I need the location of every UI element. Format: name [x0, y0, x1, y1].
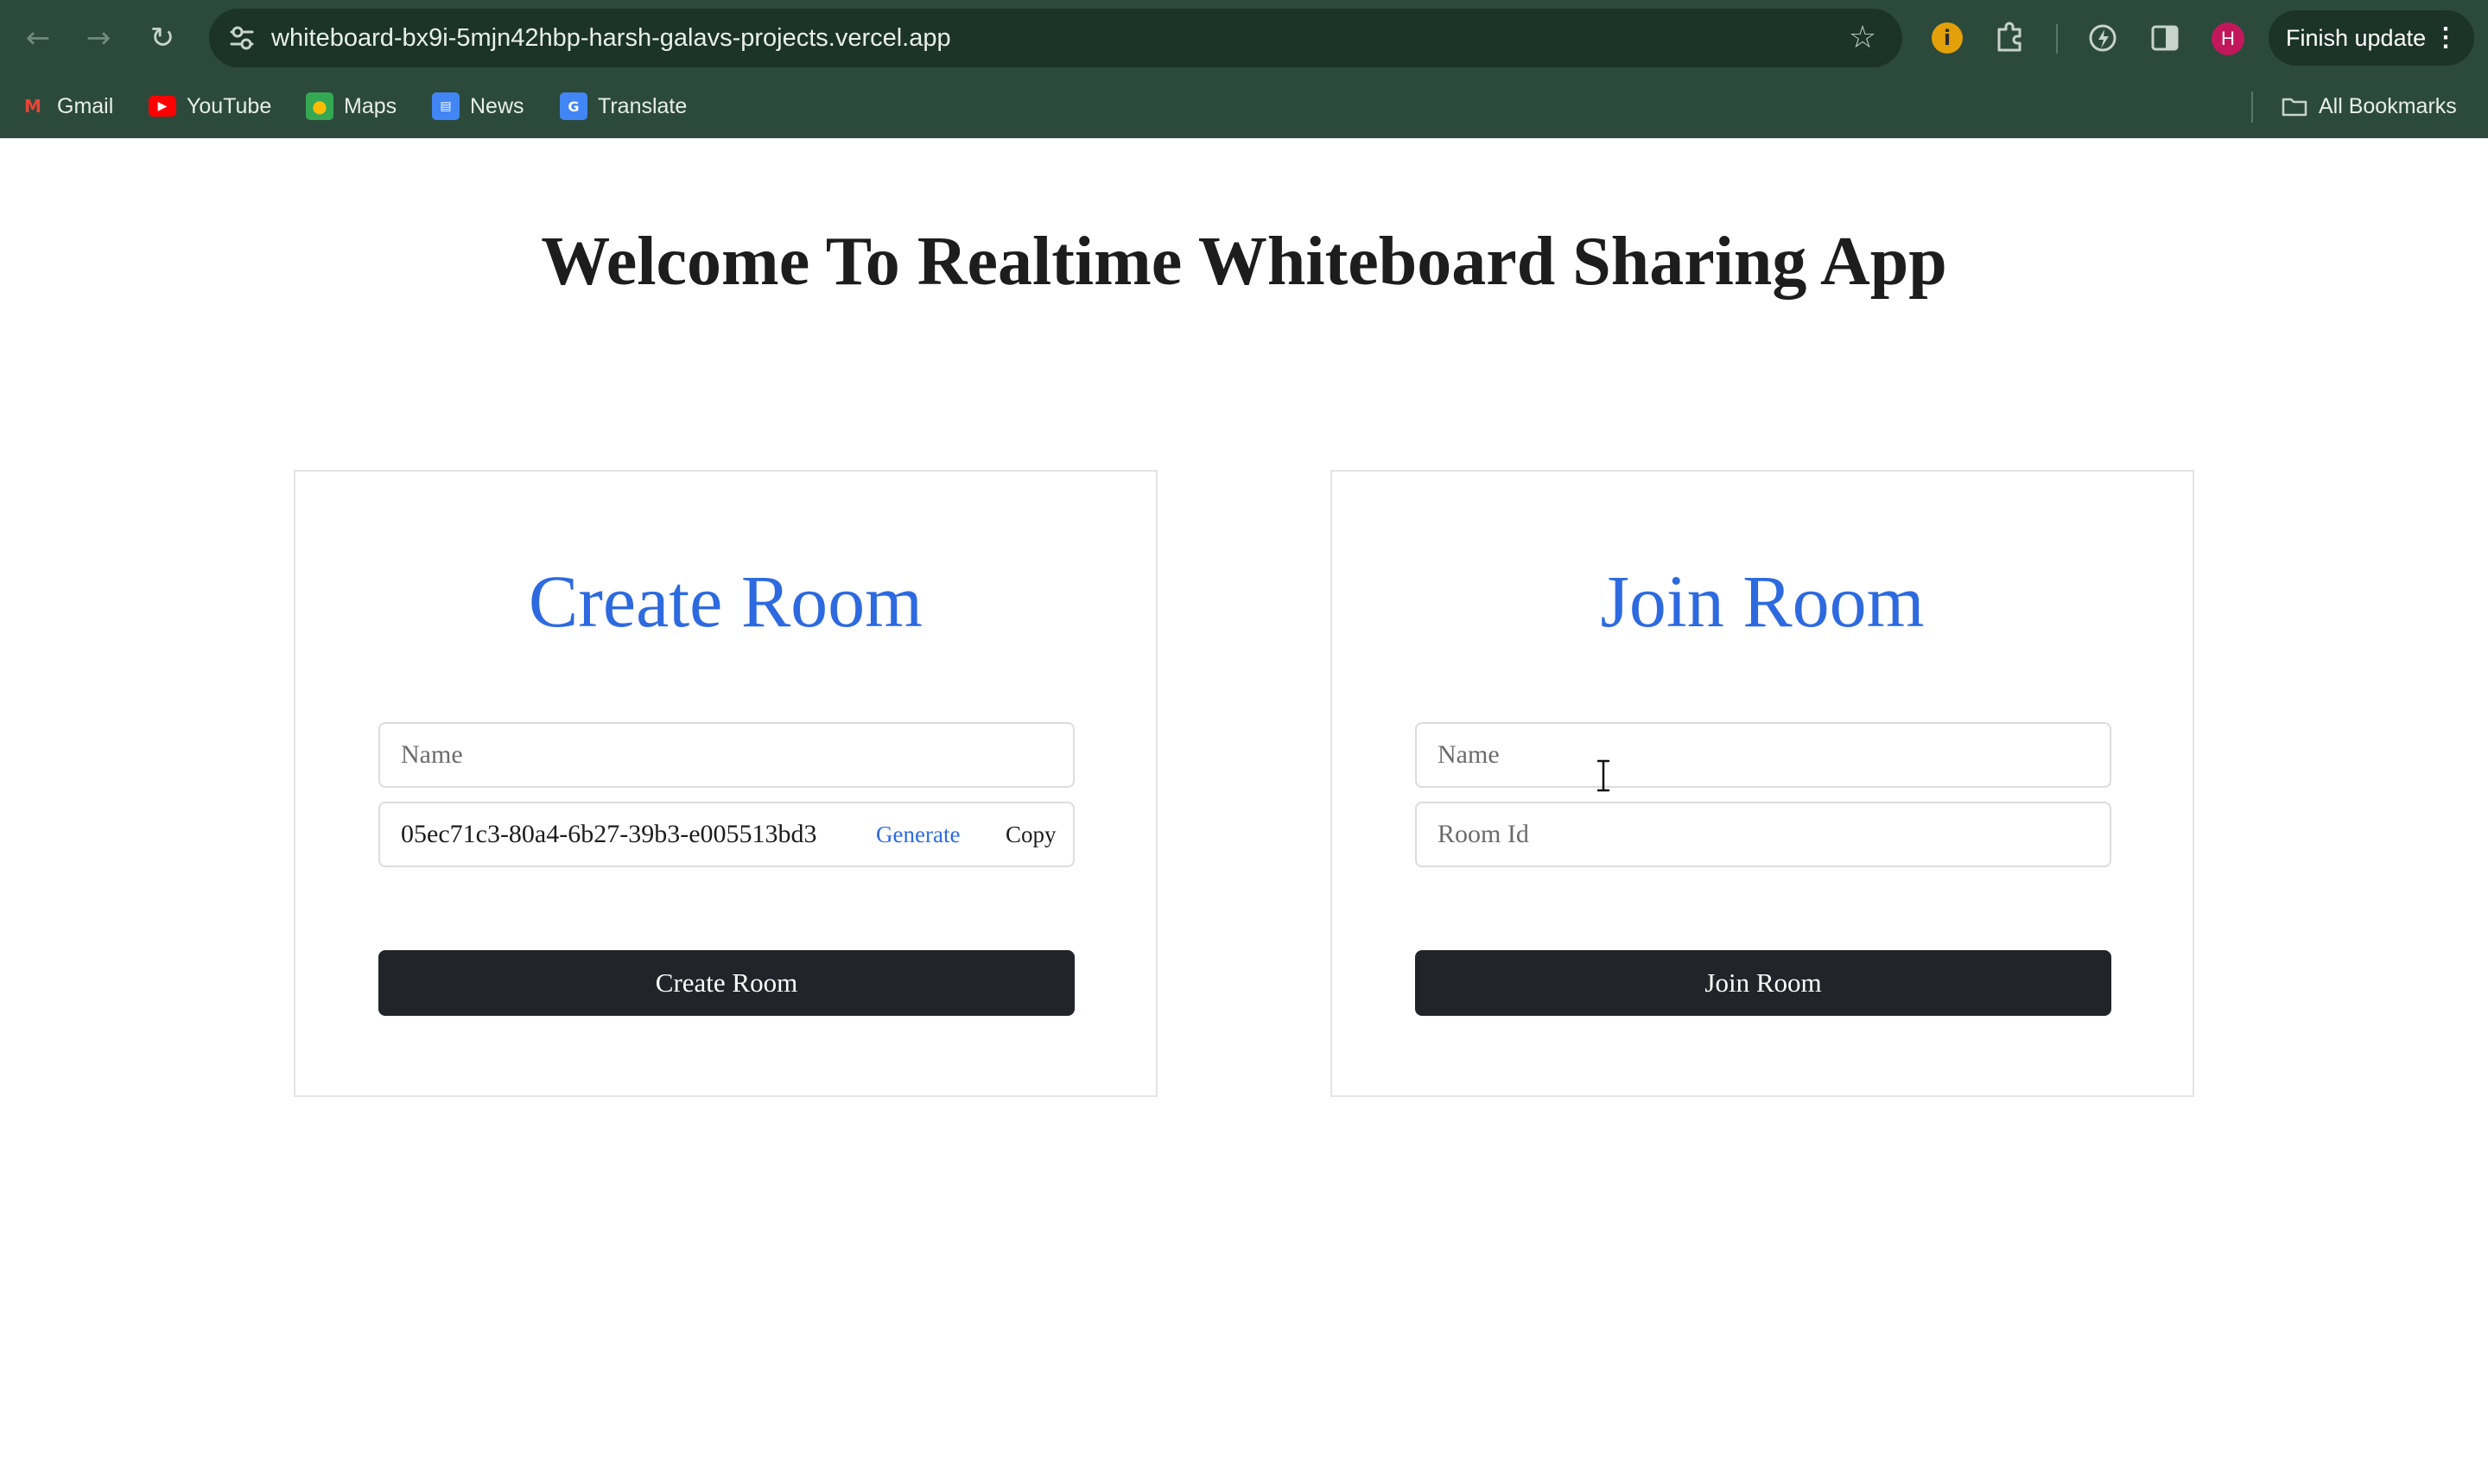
create-room-card: Create Room 05ec71c3-80a4-6b27-39b3-e005…	[294, 470, 1158, 1097]
bookmark-translate[interactable]: G Translate	[560, 79, 687, 133]
toolbar-divider	[2056, 24, 2058, 54]
profile-avatar[interactable]: H	[2212, 22, 2244, 55]
bookmark-label: Gmail	[57, 93, 114, 118]
gmail-icon: M	[24, 96, 41, 117]
create-room-button[interactable]: Create Room	[378, 950, 1075, 1016]
bookmark-label: News	[470, 93, 524, 118]
bookmark-star-icon[interactable]: ☆	[1844, 19, 1882, 57]
copy-button[interactable]: Copy	[1006, 803, 1057, 866]
room-id-input[interactable]	[1415, 802, 2111, 867]
bookmark-label: Maps	[344, 93, 397, 118]
finish-update-button[interactable]: Finish update ⋮	[2269, 10, 2474, 66]
more-menu-icon[interactable]: ⋮	[2433, 10, 2459, 66]
reload-icon[interactable]: ↻	[136, 12, 188, 64]
page-title: Welcome To Realtime Whiteboard Sharing A…	[541, 224, 1947, 300]
bookmarks-bar: M Gmail ▶ YouTube ● Maps ▤ News G Transl…	[0, 79, 2488, 133]
translate-icon: G	[560, 92, 587, 120]
news-icon: ▤	[432, 92, 460, 120]
address-bar[interactable]: whiteboard-bx9i-5mjn42hbp-harsh-galavs-p…	[209, 9, 1902, 67]
browser-chrome: ← → ↻ whiteboard-bx9i-5mjn42hbp-harsh-ga…	[0, 0, 2488, 138]
extension-info-icon[interactable]: i	[1932, 22, 1963, 54]
room-id-display: 05ec71c3-80a4-6b27-39b3-e005513bd3 Gener…	[378, 802, 1075, 867]
text-cursor-icon	[1596, 759, 1610, 792]
create-name-input[interactable]	[378, 722, 1075, 788]
maps-icon: ●	[306, 92, 333, 120]
performance-icon[interactable]	[2082, 17, 2123, 59]
youtube-icon: ▶	[149, 96, 176, 117]
join-room-button[interactable]: Join Room	[1415, 950, 2111, 1016]
back-icon[interactable]: ←	[12, 12, 64, 64]
bookmark-maps[interactable]: ● Maps	[306, 79, 397, 133]
join-room-card: Join Room Join Room	[1330, 470, 2194, 1097]
url-text[interactable]: whiteboard-bx9i-5mjn42hbp-harsh-galavs-p…	[271, 9, 951, 67]
bookmark-news[interactable]: ▤ News	[432, 79, 524, 133]
join-room-title: Join Room	[1600, 560, 1925, 643]
generate-button[interactable]: Generate	[876, 803, 960, 866]
bookmark-label: Translate	[598, 93, 688, 118]
join-name-input[interactable]	[1415, 722, 2111, 788]
bookmarks-divider	[2251, 92, 2253, 123]
bookmark-youtube[interactable]: ▶ YouTube	[149, 79, 271, 133]
folder-icon	[2282, 98, 2307, 117]
all-bookmarks-label: All Bookmarks	[2319, 93, 2457, 118]
forward-icon[interactable]: →	[73, 12, 124, 64]
side-panel-icon[interactable]	[2144, 17, 2186, 59]
site-settings-icon[interactable]	[225, 21, 259, 55]
extensions-icon[interactable]	[1989, 17, 2030, 59]
bookmark-label: YouTube	[187, 93, 272, 118]
all-bookmarks-button[interactable]: All Bookmarks	[2281, 79, 2457, 133]
bookmark-gmail[interactable]: M Gmail	[19, 79, 113, 133]
create-room-title: Create Room	[528, 560, 923, 643]
finish-update-label: Finish update	[2286, 25, 2427, 51]
room-id-value: 05ec71c3-80a4-6b27-39b3-e005513bd3	[401, 820, 817, 848]
